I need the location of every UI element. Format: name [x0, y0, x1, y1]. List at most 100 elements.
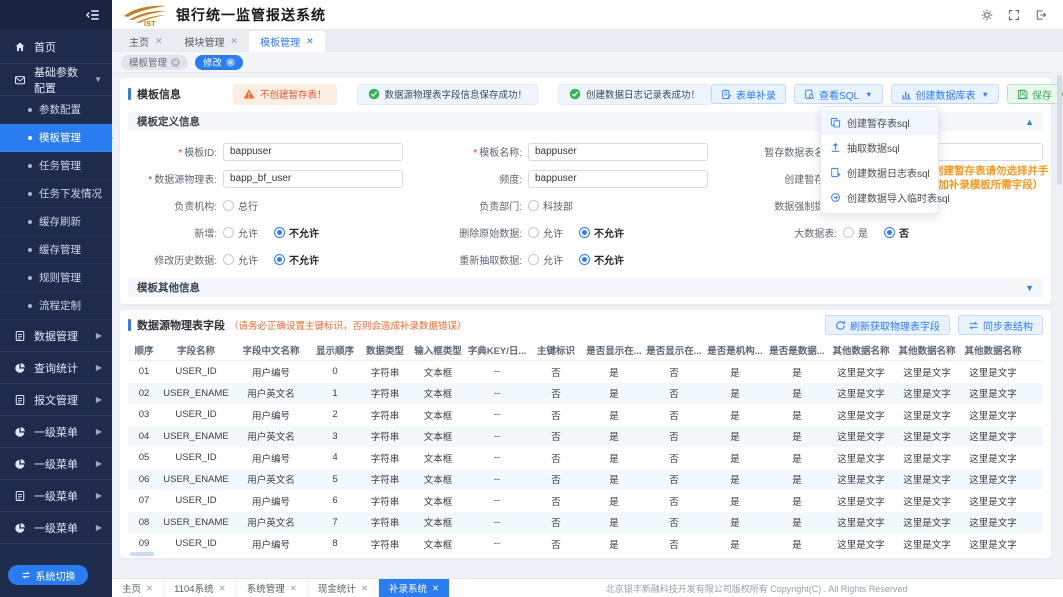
- vertical-scrollbar-thumb[interactable]: [1057, 75, 1062, 185]
- table-row[interactable]: 01USER_ID用户编号0字符串文本框--否是否是是这里是文字这里是文字这里是…: [128, 361, 1043, 383]
- radio-option[interactable]: 不允许: [274, 252, 319, 267]
- radio-option[interactable]: 科技部: [528, 198, 573, 213]
- system-tab[interactable]: 主页✕: [112, 579, 164, 597]
- table-row[interactable]: 05USER_ID用户编号4字符串文本框--否是否是是这里是文字这里是文字这里是…: [128, 447, 1043, 469]
- breadcrumb-tag[interactable]: 模板管理✕: [121, 55, 188, 70]
- radio-unselected-icon[interactable]: [528, 254, 539, 265]
- system-tab[interactable]: 现金统计✕: [308, 579, 379, 597]
- dropdown-item[interactable]: 创建数据日志表sql: [821, 160, 938, 185]
- close-tab-icon[interactable]: ✕: [146, 583, 153, 594]
- menu-collapse-icon[interactable]: [86, 8, 100, 22]
- sidebar-item[interactable]: 参数配置: [0, 96, 112, 124]
- dropdown-item[interactable]: 创建数据导入临时表sql: [821, 185, 938, 210]
- sidebar-group[interactable]: 一级菜单▶: [0, 416, 112, 448]
- table-cell: 这里是文字: [828, 365, 894, 379]
- view-sql-button[interactable]: 查看SQL▼: [794, 84, 882, 104]
- table-row[interactable]: 07USER_ID用户编号6字符串文本框--否是否是是这里是文字这里是文字这里是…: [128, 490, 1043, 512]
- refresh-fields-button[interactable]: 刷新获取物理表字段: [825, 315, 950, 335]
- sidebar-group[interactable]: 报文管理▶: [0, 384, 112, 416]
- sync-structure-button[interactable]: 同步表结构: [958, 315, 1043, 335]
- sidebar-item[interactable]: 缓存刷新: [0, 208, 112, 236]
- sidebar-group[interactable]: 一级菜单▶: [0, 480, 112, 512]
- section-bar-template-other[interactable]: 模板其他信息 ▼: [128, 278, 1043, 297]
- table-cell: 是: [584, 429, 644, 443]
- radio-selected-icon[interactable]: [274, 227, 285, 238]
- sidebar-group[interactable]: 基础参数配置▼: [0, 64, 112, 96]
- text-input[interactable]: [223, 143, 403, 161]
- radio-option[interactable]: 允许: [223, 252, 258, 267]
- sidebar-group[interactable]: 查询统计▶: [0, 352, 112, 384]
- sidebar-item[interactable]: 规则管理: [0, 264, 112, 292]
- fullscreen-icon[interactable]: [1008, 9, 1020, 21]
- sidebar-item[interactable]: 模板管理: [0, 124, 112, 152]
- dropdown-item[interactable]: 抽取数据sql: [821, 135, 938, 160]
- expand-caret-icon[interactable]: ▼: [1025, 283, 1034, 293]
- table-row[interactable]: 08USER_ENAME用户英文名7字符串文本框--否是否是是这里是文字这里是文…: [128, 512, 1043, 534]
- close-tab-icon[interactable]: ✕: [290, 583, 297, 594]
- radio-unselected-icon[interactable]: [528, 200, 539, 211]
- radio-option[interactable]: 不允许: [579, 252, 624, 267]
- form-supplement-button[interactable]: 表单补录: [711, 84, 786, 104]
- system-switch-button[interactable]: 系统切换: [8, 565, 88, 585]
- radio-option[interactable]: 否: [884, 225, 909, 240]
- system-tab[interactable]: 系统管理✕: [237, 579, 308, 597]
- radio-option[interactable]: 总行: [223, 198, 258, 213]
- settings-gear-icon[interactable]: [981, 9, 993, 21]
- sidebar-group[interactable]: 一级菜单▶: [0, 448, 112, 480]
- radio-selected-icon[interactable]: [579, 254, 590, 265]
- close-circle-icon[interactable]: ✕: [171, 58, 180, 67]
- radio-option[interactable]: 允许: [528, 252, 563, 267]
- close-tab-icon[interactable]: ✕: [219, 583, 226, 594]
- radio-selected-icon[interactable]: [579, 227, 590, 238]
- table-row[interactable]: 02USER_ENAME用户英文名1字符串文本框--否是否是是这里是文字这里是文…: [128, 383, 1043, 405]
- radio-selected-icon[interactable]: [274, 254, 285, 265]
- page-tab[interactable]: 模板管理✕: [249, 31, 325, 52]
- table-row[interactable]: 09USER_ID用户编号8字符串文本框--否是否是是这里是文字这里是文字这里是…: [128, 533, 1043, 555]
- radio-option[interactable]: 是: [843, 225, 868, 240]
- logout-icon[interactable]: [1035, 9, 1047, 21]
- radio-unselected-icon[interactable]: [843, 227, 854, 238]
- close-circle-icon[interactable]: ✕: [226, 58, 235, 67]
- radio-unselected-icon[interactable]: [223, 227, 234, 238]
- dropdown-item[interactable]: 创建暂存表sql: [821, 110, 938, 135]
- sidebar-item[interactable]: 任务下发情况: [0, 180, 112, 208]
- breadcrumb-tag[interactable]: 修改✕: [195, 55, 243, 70]
- radio-unselected-icon[interactable]: [223, 254, 234, 265]
- radio-selected-icon[interactable]: [884, 227, 895, 238]
- sidebar-item[interactable]: 缓存管理: [0, 236, 112, 264]
- radio-option[interactable]: 不允许: [579, 225, 624, 240]
- table-row[interactable]: 04USER_ENAME用户英文名3字符串文本框--否是否是是这里是文字这里是文…: [128, 426, 1043, 448]
- radio-option[interactable]: 允许: [528, 225, 563, 240]
- close-tab-icon[interactable]: ✕: [155, 36, 163, 47]
- close-tab-icon[interactable]: ✕: [432, 583, 439, 594]
- radio-option[interactable]: 允许: [223, 225, 258, 240]
- table-row[interactable]: 06USER_ENAME用户英文名5字符串文本框--否是否是是这里是文字这里是文…: [128, 469, 1043, 491]
- sidebar-group[interactable]: 一级菜单▶: [0, 512, 112, 544]
- collapse-caret-icon[interactable]: ▲: [1025, 117, 1034, 127]
- text-input[interactable]: [223, 170, 403, 188]
- system-tab[interactable]: 补录系统✕: [379, 579, 450, 597]
- page-tab[interactable]: 主页✕: [118, 31, 174, 52]
- page-tab[interactable]: 模块管理✕: [174, 31, 250, 52]
- sidebar-item[interactable]: 流程定制: [0, 292, 112, 320]
- table-cell: 这里是文字: [960, 451, 1026, 465]
- sidebar-group[interactable]: 数据管理▶: [0, 320, 112, 352]
- close-tab-icon[interactable]: ✕: [231, 36, 239, 47]
- table-row[interactable]: 03USER_ID用户编号2字符串文本框--否是否是是这里是文字这里是文字这里是…: [128, 404, 1043, 426]
- close-tab-icon[interactable]: ✕: [361, 583, 368, 594]
- sidebar-item-home[interactable]: 首页: [0, 30, 112, 64]
- save-button[interactable]: 保存▼: [1007, 84, 1063, 104]
- form-field: 大数据表:是否: [713, 225, 1043, 240]
- sidebar-item[interactable]: 任务管理: [0, 152, 112, 180]
- system-tab[interactable]: 1104系统✕: [164, 579, 237, 597]
- radio-option[interactable]: 不允许: [274, 225, 319, 240]
- field-label-text: 数据源物理表:: [154, 175, 217, 186]
- horizontal-scrollbar-thumb[interactable]: [130, 552, 154, 556]
- radio-unselected-icon[interactable]: [528, 227, 539, 238]
- text-input[interactable]: [528, 170, 708, 188]
- upload-icon: [830, 142, 841, 153]
- radio-unselected-icon[interactable]: [223, 200, 234, 211]
- close-tab-icon[interactable]: ✕: [306, 36, 314, 47]
- create-db-table-button[interactable]: 创建数据库表▼: [891, 84, 999, 104]
- text-input[interactable]: [528, 143, 708, 161]
